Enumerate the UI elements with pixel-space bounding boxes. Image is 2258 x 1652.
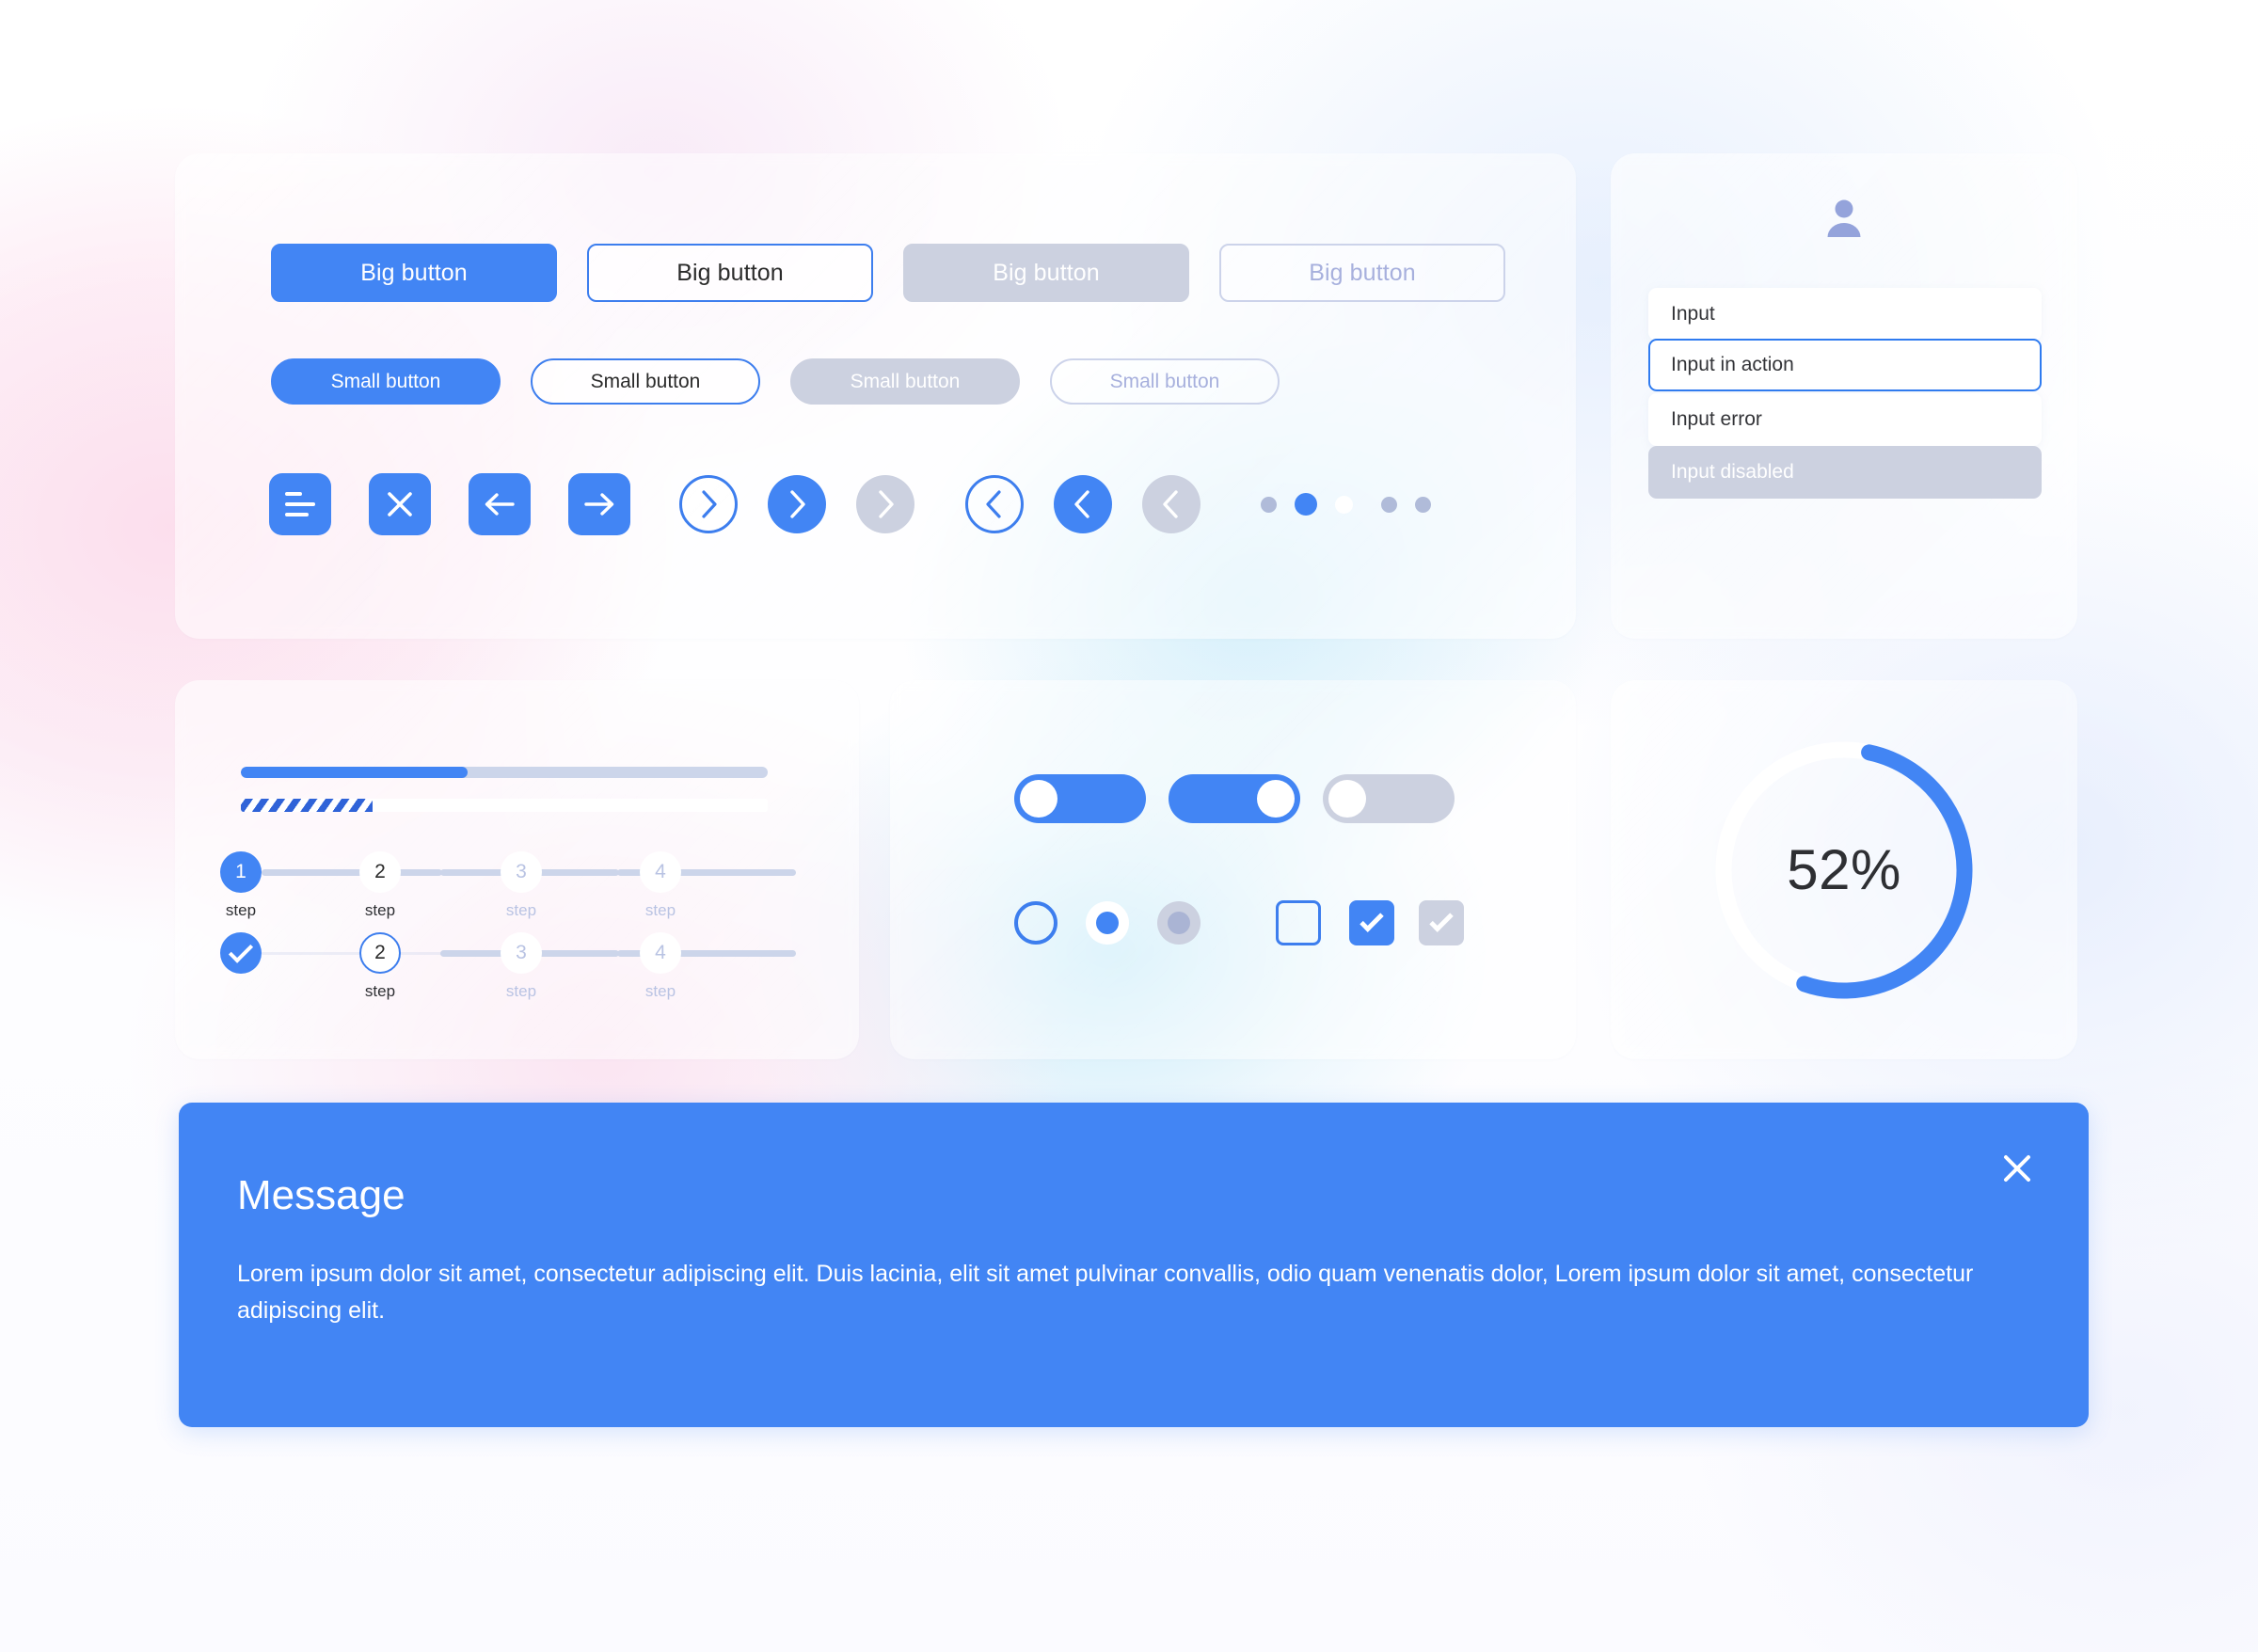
pagination-dots	[1261, 493, 1431, 516]
toggles-card	[890, 680, 1576, 1059]
step-node-2[interactable]: 2	[359, 851, 401, 893]
toggle-on-right[interactable]	[1169, 774, 1300, 823]
step-node-4[interactable]: 4	[640, 851, 681, 893]
avatar	[1611, 193, 2077, 242]
circular-progress-card: 52%	[1611, 680, 2077, 1059]
step-label-2: step	[364, 901, 396, 919]
step-label-4: step	[644, 901, 676, 919]
close-button[interactable]	[369, 473, 431, 535]
checkbox-disabled	[1419, 900, 1464, 945]
chevron-right-button-outline[interactable]	[679, 475, 738, 533]
step-label-4: step	[644, 982, 676, 1000]
radio-disabled	[1157, 901, 1201, 945]
small-buttons-row: Small button Small button Small button S…	[271, 358, 1280, 405]
small-button-outline[interactable]: Small button	[531, 358, 760, 405]
arrow-left-icon	[485, 493, 515, 516]
step-connector-completed	[262, 952, 442, 955]
chevron-left-button-outline[interactable]	[965, 475, 1024, 533]
step-node-3[interactable]: 3	[501, 851, 542, 893]
message-title: Message	[237, 1172, 405, 1218]
checkbox-checked[interactable]	[1349, 900, 1394, 945]
message-banner: Message Lorem ipsum dolor sit amet, cons…	[179, 1103, 2089, 1427]
toggle-knob	[1257, 780, 1295, 818]
user-avatar-icon	[1827, 199, 1861, 237]
big-buttons-row: Big button Big button Big button Big but…	[271, 244, 1505, 302]
circular-progress-label: 52%	[1787, 838, 1901, 901]
arrow-left-button[interactable]	[469, 473, 531, 535]
chevron-left-button-disabled	[1142, 475, 1201, 533]
step-node-3[interactable]: 3	[501, 932, 542, 974]
chevron-right-icon	[879, 490, 894, 518]
step-label-3: step	[505, 901, 537, 919]
step-connector	[262, 869, 442, 876]
chevron-left-icon	[1163, 490, 1178, 518]
stepper-top: 1 2 3 4 step step step step	[175, 851, 859, 927]
radio-empty[interactable]	[1014, 901, 1057, 945]
check-icon	[228, 938, 254, 963]
toggle-knob	[1020, 780, 1057, 818]
chevron-right-button-filled[interactable]	[768, 475, 826, 533]
checkbox-empty[interactable]	[1276, 900, 1321, 945]
progress-bar-fill	[241, 767, 468, 778]
check-icon	[1429, 908, 1454, 932]
close-x-icon	[388, 492, 412, 516]
chevron-left-button-filled[interactable]	[1054, 475, 1112, 533]
step-node-1[interactable]: 1	[220, 851, 262, 893]
big-button-disabled-outline: Big button	[1219, 244, 1505, 302]
step-label-3: step	[505, 982, 537, 1000]
toggle-knob	[1328, 780, 1366, 818]
pagination-dot[interactable]	[1261, 496, 1277, 513]
chevron-right-icon	[702, 490, 717, 518]
step-node-done[interactable]	[220, 932, 262, 974]
circular-progress: 52%	[1710, 737, 1978, 1004]
step-label-1: step	[225, 901, 257, 919]
big-button-primary[interactable]: Big button	[271, 244, 557, 302]
pagination-dot[interactable]	[1415, 496, 1431, 513]
close-x-icon	[2004, 1155, 2030, 1182]
striped-progress-bar-fill	[241, 799, 373, 812]
progress-bar-track	[241, 767, 768, 778]
hamburger-menu-icon	[285, 492, 315, 516]
hamburger-menu-button[interactable]	[269, 473, 331, 535]
chevron-left-icon	[986, 490, 1001, 518]
step-node-4[interactable]: 4	[640, 932, 681, 974]
pagination-dot[interactable]	[1381, 496, 1397, 513]
chevron-right-icon	[790, 490, 805, 518]
message-body: Lorem ipsum dolor sit amet, consectetur …	[237, 1261, 1974, 1324]
arrow-right-icon	[584, 493, 614, 516]
input-default[interactable]: Input	[1648, 288, 2042, 341]
small-button-primary[interactable]: Small button	[271, 358, 501, 405]
input-disabled: Input disabled	[1648, 446, 2042, 499]
inputs-card: Input Input in action Input error Input …	[1611, 153, 2077, 639]
small-button-disabled-outline: Small button	[1050, 358, 1280, 405]
input-focused[interactable]: Input in action	[1648, 339, 2042, 391]
message-close-button[interactable]	[1993, 1144, 2042, 1193]
progress-card: 1 2 3 4 step step step step 2 3 4 step s…	[175, 680, 859, 1059]
arrow-right-button[interactable]	[568, 473, 630, 535]
chevron-right-button-disabled	[856, 475, 914, 533]
input-error[interactable]: Input error	[1648, 393, 2042, 446]
step-label-2: step	[364, 982, 396, 1000]
check-icon	[1360, 908, 1384, 932]
step-node-current[interactable]: 2	[359, 932, 401, 974]
radio-dot	[1096, 912, 1119, 934]
toggle-on-left[interactable]	[1014, 774, 1146, 823]
pagination-dot-active[interactable]	[1295, 493, 1317, 516]
striped-progress-bar-track	[241, 799, 768, 812]
toggle-disabled	[1323, 774, 1455, 823]
pagination-dot[interactable]	[1335, 495, 1353, 514]
stepper-bottom: 2 3 4 step step step	[175, 932, 859, 1008]
big-button-outline[interactable]: Big button	[587, 244, 873, 302]
chevron-left-icon	[1074, 490, 1089, 518]
controls-card: Big button Big button Big button Big but…	[175, 153, 1576, 639]
small-button-disabled-filled: Small button	[790, 358, 1020, 405]
radio-selected[interactable]	[1086, 901, 1129, 945]
icon-buttons-row	[269, 473, 1431, 535]
radio-dot	[1168, 912, 1190, 934]
big-button-disabled-filled: Big button	[903, 244, 1189, 302]
